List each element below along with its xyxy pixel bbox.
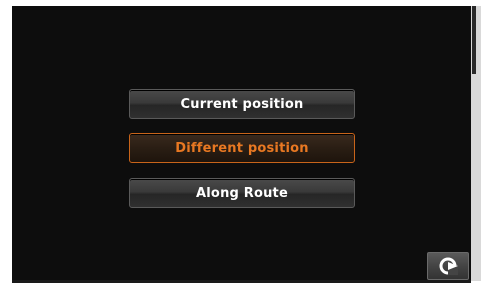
scrollbar-thumb[interactable] [472,6,476,74]
back-arrow-icon [439,257,458,275]
along-route-button[interactable]: Along Route [129,178,355,208]
different-position-label: Different position [175,140,309,156]
current-position-label: Current position [180,96,304,112]
device-frame: Current position Different position Alon… [0,0,481,283]
different-position-button[interactable]: Different position [129,133,355,163]
along-route-label: Along Route [196,185,288,201]
current-position-button[interactable]: Current position [129,89,355,119]
back-button[interactable] [427,252,469,280]
